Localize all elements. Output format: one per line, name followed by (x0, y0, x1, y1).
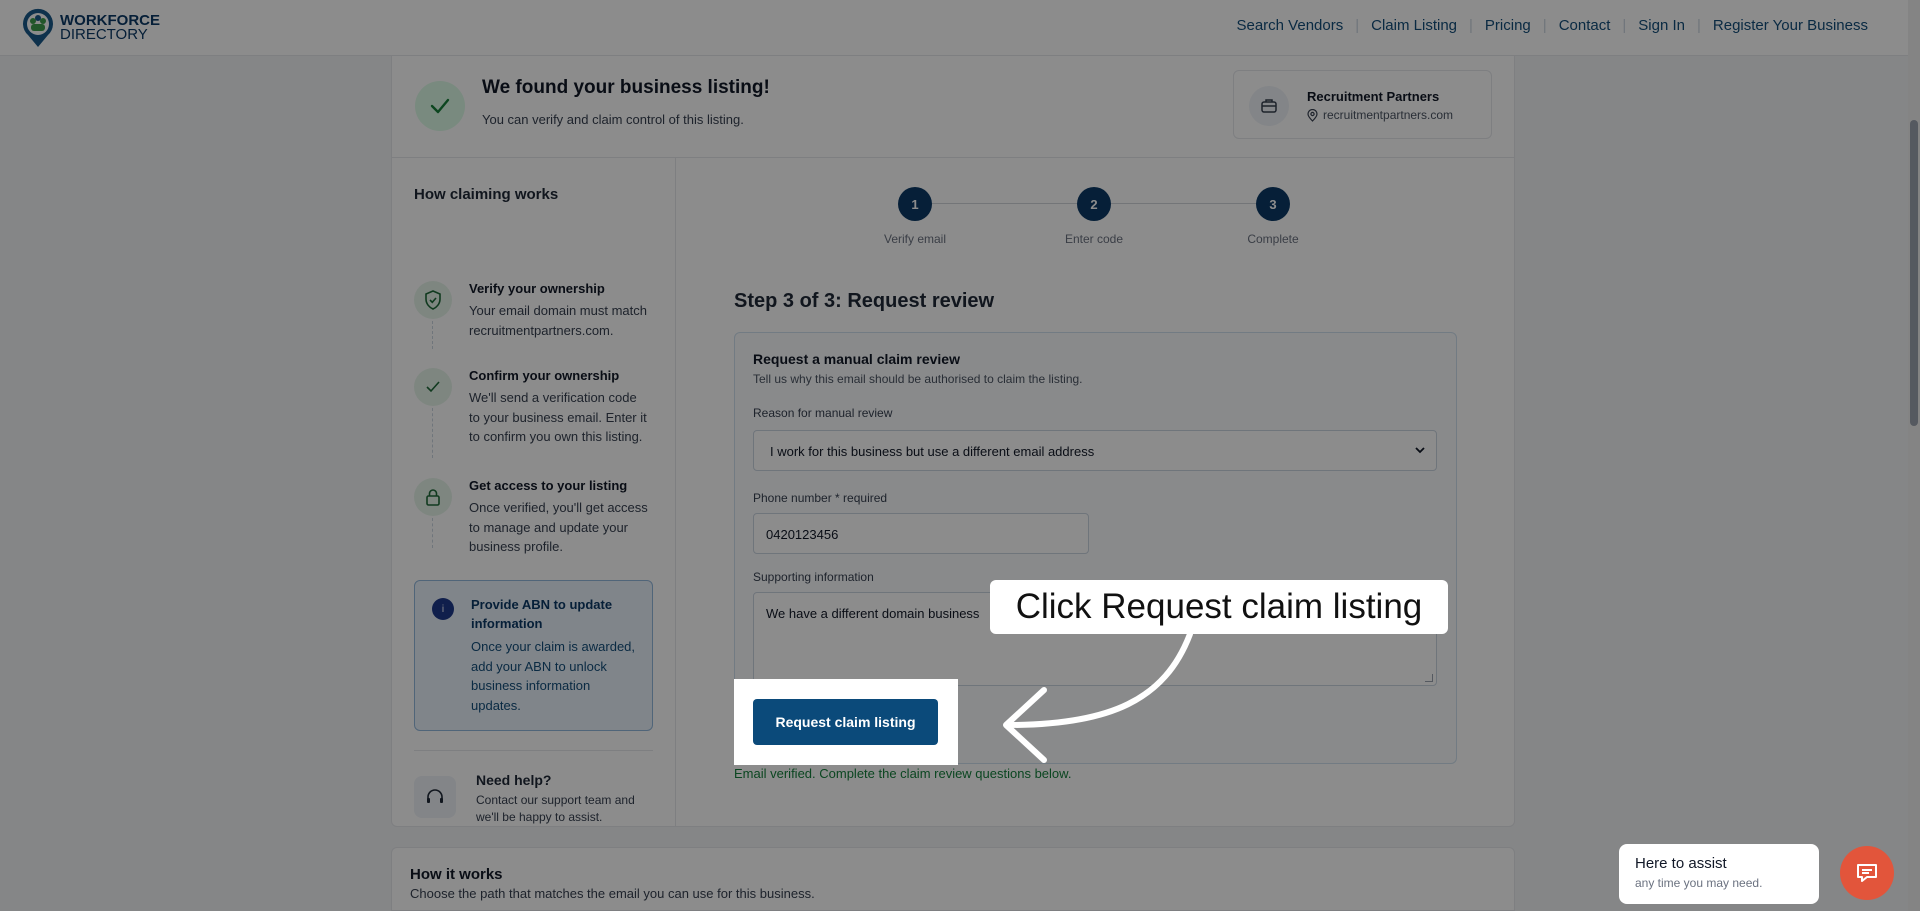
callout-arrow-icon (1003, 631, 1193, 763)
